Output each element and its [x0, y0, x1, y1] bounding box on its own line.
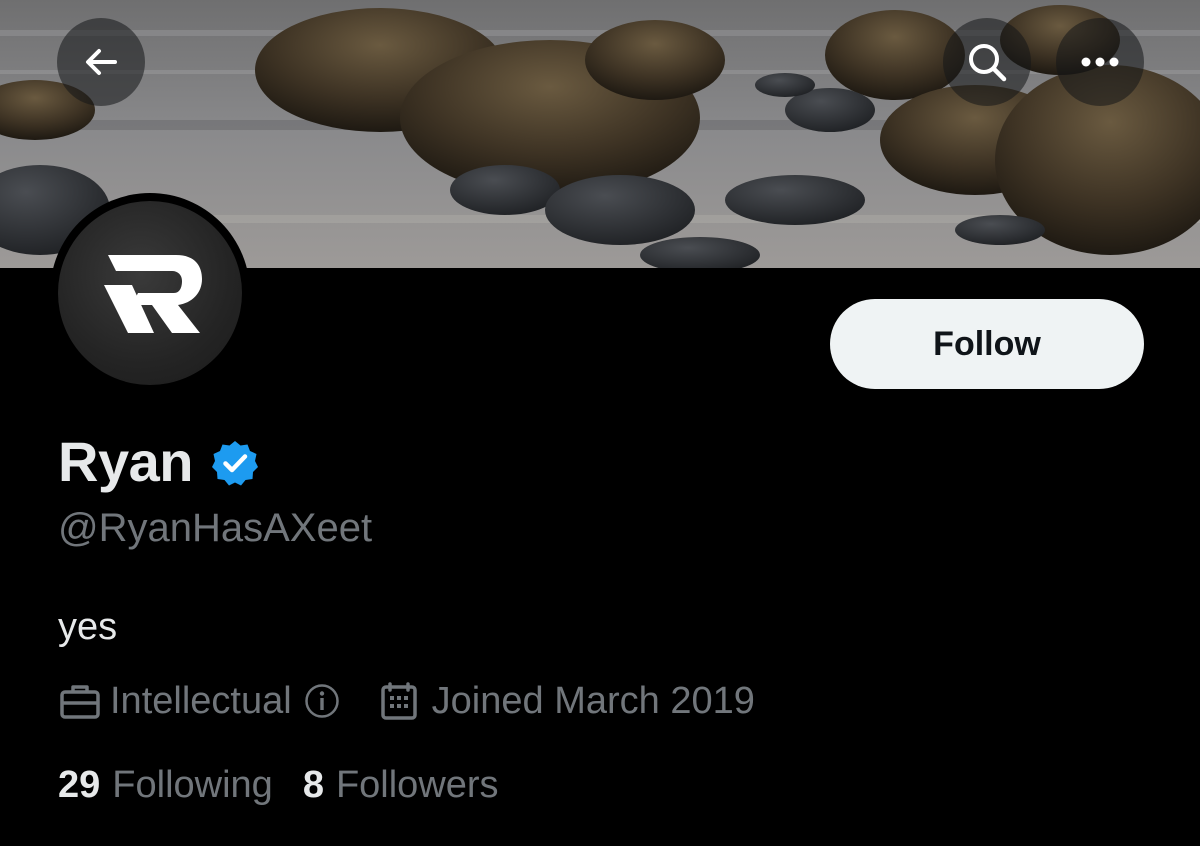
profile-meta: Intellectual Joined March 2019 [58, 676, 755, 726]
following-label: Following [112, 763, 273, 806]
user-handle: @RyanHasAXeet [58, 506, 373, 550]
follow-stats: 29 Following 8 Followers [58, 760, 499, 810]
info-icon[interactable] [304, 683, 340, 719]
calendar-icon [380, 682, 417, 720]
more-horizontal-icon [1081, 57, 1119, 67]
verified-badge-icon[interactable] [211, 439, 259, 487]
arrow-left-icon [86, 49, 117, 75]
category-label: Intellectual [110, 679, 292, 722]
bio: yes [58, 606, 118, 648]
followers-link[interactable]: 8 Followers [303, 764, 499, 807]
name-row: Ryan [58, 426, 259, 496]
following-link[interactable]: 29 Following [58, 764, 273, 807]
joined-date: Joined March 2019 [431, 679, 755, 722]
search-button[interactable] [943, 18, 1031, 106]
avatar[interactable] [58, 201, 242, 385]
follow-button[interactable]: Follow [830, 299, 1144, 389]
category-item: Intellectual [58, 680, 340, 723]
joined-item: Joined March 2019 [380, 680, 755, 723]
back-button[interactable] [57, 18, 145, 106]
followers-label: Followers [335, 763, 499, 806]
search-icon [969, 44, 1007, 82]
display-name: Ryan [58, 429, 193, 493]
briefcase-icon [60, 685, 100, 719]
avatar-ring[interactable] [50, 193, 250, 393]
followers-count: 8 [302, 763, 324, 806]
following-count: 29 [58, 763, 101, 806]
r-logo-icon [104, 255, 202, 333]
more-options-button[interactable] [1056, 18, 1144, 106]
